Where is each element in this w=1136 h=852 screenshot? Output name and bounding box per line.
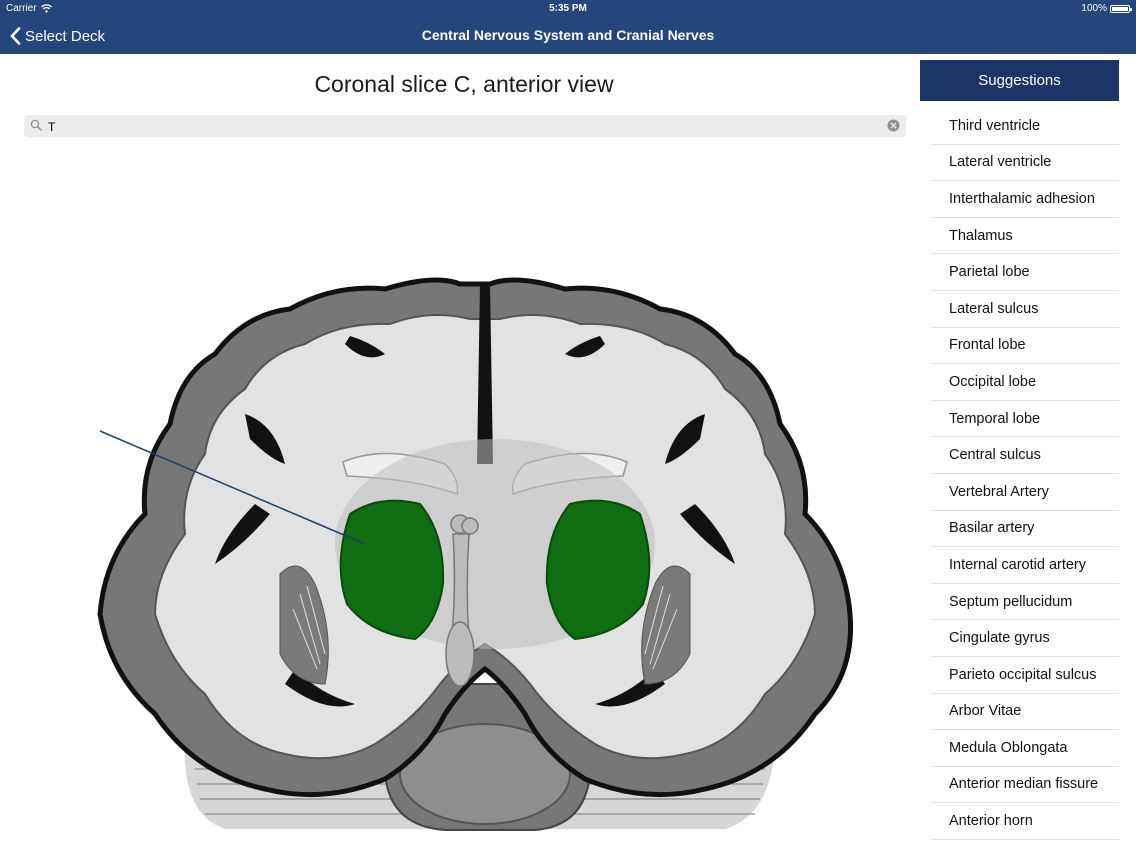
suggestion-item[interactable]: Parietal lobe bbox=[932, 254, 1119, 291]
suggestion-item[interactable]: Frontal lobe bbox=[932, 328, 1119, 365]
suggestion-item[interactable]: Basilar artery bbox=[932, 511, 1119, 548]
suggestions-sidebar: Suggestions Third ventricle Lateral ventr… bbox=[916, 54, 1136, 852]
clear-icon[interactable] bbox=[887, 119, 900, 132]
suggestion-item[interactable]: Internal carotid artery bbox=[932, 547, 1119, 584]
suggestion-item[interactable]: Anterior median fissure bbox=[932, 767, 1119, 804]
suggestion-item[interactable]: Thalamus bbox=[932, 218, 1119, 255]
suggestion-item[interactable]: Vertebral Artery bbox=[932, 474, 1119, 511]
suggestions-list: Third ventricle Lateral ventricle Intertha… bbox=[932, 108, 1119, 840]
suggestion-item[interactable]: Anterior horn bbox=[932, 803, 1119, 840]
suggestion-item[interactable]: Occipital lobe bbox=[932, 364, 1119, 401]
suggestion-item[interactable]: Parieto occipital sulcus bbox=[932, 657, 1119, 694]
suggestion-item[interactable]: Lateral sulcus bbox=[932, 291, 1119, 328]
nav-title: Central Nervous System and Cranial Nerve… bbox=[421, 27, 715, 43]
suggestion-item[interactable]: Central sulcus bbox=[932, 437, 1119, 474]
suggestion-item[interactable]: Arbor Vitae bbox=[932, 694, 1119, 731]
suggestion-item[interactable]: Cingulate gyrus bbox=[932, 620, 1119, 657]
navigation-bar: Carrier 5:35 PM 100% Select Deck Central… bbox=[0, 0, 1136, 54]
status-right: 100% bbox=[1081, 3, 1132, 14]
main-content: Coronal slice C, anterior view bbox=[0, 54, 916, 852]
suggestion-item[interactable]: Lateral ventricle bbox=[932, 145, 1119, 182]
suggestions-header: Suggestions bbox=[920, 60, 1119, 101]
brain-coronal-slice-illustration[interactable] bbox=[85, 214, 865, 834]
suggestion-item[interactable]: Septum pellucidum bbox=[932, 584, 1119, 621]
battery-percent: 100% bbox=[1081, 3, 1107, 14]
suggestion-item[interactable]: Medula Oblongata bbox=[932, 730, 1119, 767]
page-title: Coronal slice C, anterior view bbox=[314, 71, 614, 97]
search-icon bbox=[30, 119, 42, 131]
suggestion-item[interactable]: Third ventricle bbox=[932, 108, 1119, 145]
search-bar bbox=[24, 115, 906, 138]
suggestion-item[interactable]: Temporal lobe bbox=[932, 401, 1119, 438]
battery-icon bbox=[1110, 4, 1132, 13]
status-time: 5:35 PM bbox=[549, 3, 587, 14]
suggestion-item[interactable]: Interthalamic adhesion bbox=[932, 181, 1119, 218]
search-input[interactable] bbox=[46, 116, 890, 138]
